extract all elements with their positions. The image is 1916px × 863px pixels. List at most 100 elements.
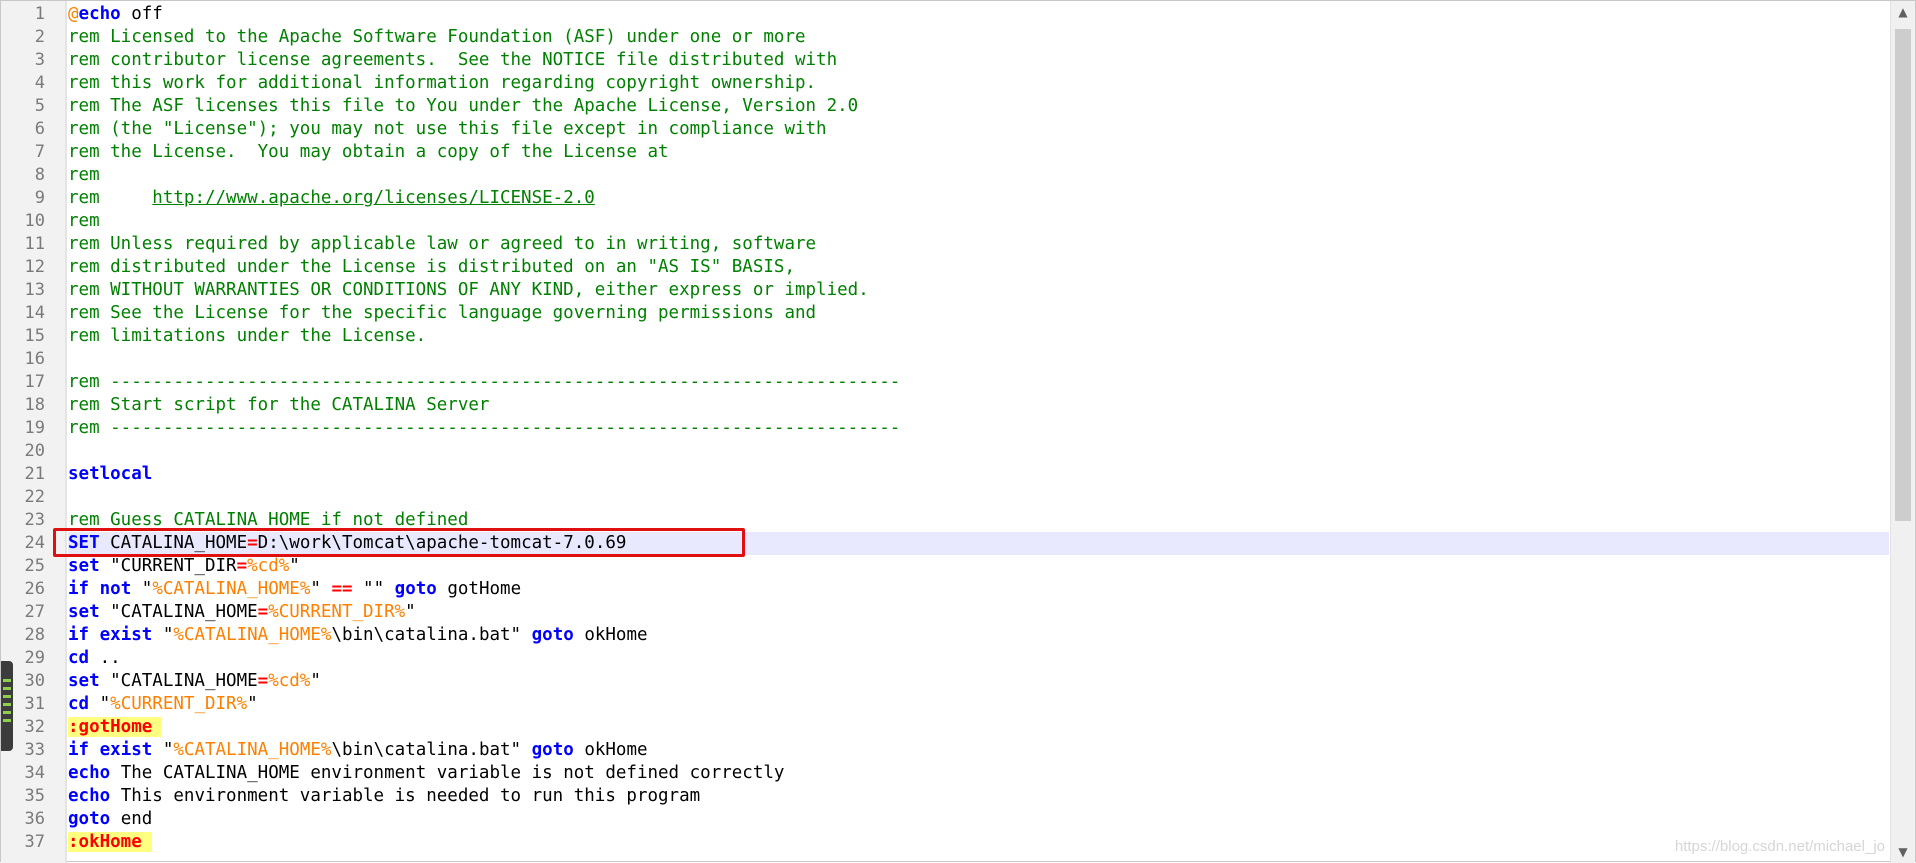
line-code[interactable]: if not "%CATALINA_HOME%" == "" goto gotH…	[68, 578, 1889, 601]
line-code[interactable]: cd "%CURRENT_DIR%"	[68, 693, 1889, 716]
side-panel-tab[interactable]	[1, 661, 13, 751]
text-token: "CURRENT_DIR	[99, 556, 237, 576]
text-token: "	[289, 556, 300, 576]
line-code[interactable]: rem	[68, 164, 1889, 187]
code-line[interactable]: 3 rem contributor license agreements. See…	[1, 49, 1889, 72]
line-code[interactable]: @echo off	[68, 3, 1889, 26]
line-code[interactable]: rem WITHOUT WARRANTIES OR CONDITIONS OF …	[68, 279, 1889, 302]
vertical-scrollbar[interactable]: ▲ ▼	[1890, 1, 1915, 863]
line-code[interactable]: rem (the "License"); you may not use thi…	[68, 118, 1889, 141]
line-code[interactable]: goto end	[68, 808, 1889, 831]
line-code[interactable]: rem The ASF licenses this file to You un…	[68, 95, 1889, 118]
code-line[interactable]: 11 rem Unless required by applicable law …	[1, 233, 1889, 256]
line-code[interactable]: rem the License. You may obtain a copy o…	[68, 141, 1889, 164]
comment-token: rem	[68, 188, 153, 208]
line-code[interactable]: rem ------------------------------------…	[68, 417, 1889, 440]
scroll-down-arrow-icon[interactable]: ▼	[1891, 841, 1915, 863]
keyword-token: echo	[78, 4, 121, 24]
code-line[interactable]: 9 rem http://www.apache.org/licenses/LICE…	[1, 187, 1889, 210]
code-line[interactable]: 21 setlocal	[1, 463, 1889, 486]
code-line[interactable]: 30 set "CATALINA_HOME=%cd%"	[1, 670, 1889, 693]
scrollbar-thumb[interactable]	[1895, 29, 1911, 521]
comment-token: rem limitations under the License.	[68, 326, 427, 346]
code-line[interactable]: 12 rem distributed under the License is d…	[1, 256, 1889, 279]
code-line[interactable]: 27 set "CATALINA_HOME=%CURRENT_DIR%"	[1, 601, 1889, 624]
code-line[interactable]: 10 rem	[1, 210, 1889, 233]
line-code[interactable]: rem See the License for the specific lan…	[68, 302, 1889, 325]
line-code[interactable]: rem ------------------------------------…	[68, 371, 1889, 394]
code-line[interactable]: 2 rem Licensed to the Apache Software Fou…	[1, 26, 1889, 49]
code-line[interactable]: 6 rem (the "License"); you may not use th…	[1, 118, 1889, 141]
code-line[interactable]: 1 @echo off	[1, 3, 1889, 26]
code-line[interactable]: 4 rem this work for additional informatio…	[1, 72, 1889, 95]
code-line[interactable]: 16	[1, 348, 1889, 371]
line-code[interactable]: set "CATALINA_HOME=%CURRENT_DIR%"	[68, 601, 1889, 624]
line-code[interactable]	[68, 440, 1889, 463]
code-line[interactable]: 29 cd ..	[1, 647, 1889, 670]
line-number: 24	[24, 533, 45, 553]
code-line[interactable]: 36 goto end	[1, 808, 1889, 831]
line-code[interactable]: set "CATALINA_HOME=%cd%"	[68, 670, 1889, 693]
code-line[interactable]: 37:okHome	[1, 831, 1889, 854]
line-code[interactable]: rem this work for additional information…	[68, 72, 1889, 95]
code-line[interactable]: 18 rem Start script for the CATALINA Serv…	[1, 394, 1889, 417]
code-line[interactable]: 5 rem The ASF licenses this file to You u…	[1, 95, 1889, 118]
line-code[interactable]: cd ..	[68, 647, 1889, 670]
line-code[interactable]: echo This environment variable is needed…	[68, 785, 1889, 808]
line-number: 16	[24, 349, 45, 369]
code-editor[interactable]: 1 @echo off 2 rem Licensed to the Apache So…	[0, 0, 1916, 863]
line-code[interactable]: rem distributed under the License is dis…	[68, 256, 1889, 279]
code-line[interactable]: 8 rem	[1, 164, 1889, 187]
code-line[interactable]: 7 rem the License. You may obtain a copy …	[1, 141, 1889, 164]
code-line[interactable]: 19 rem ----------------------------------…	[1, 417, 1889, 440]
line-code[interactable]: rem Unless required by applicable law or…	[68, 233, 1889, 256]
code-line[interactable]: 20	[1, 440, 1889, 463]
line-code[interactable]: if exist "%CATALINA_HOME%\bin\catalina.b…	[68, 739, 1889, 762]
code-line[interactable]: 26 if not "%CATALINA_HOME%" == "" goto go…	[1, 578, 1889, 601]
code-line[interactable]: 35 echo This environment variable is need…	[1, 785, 1889, 808]
line-code[interactable]: rem	[68, 210, 1889, 233]
code-line[interactable]: 31 cd "%CURRENT_DIR%"	[1, 693, 1889, 716]
code-lines[interactable]: 1 @echo off 2 rem Licensed to the Apache So…	[1, 3, 1889, 854]
line-code[interactable]: if exist "%CATALINA_HOME%\bin\catalina.b…	[68, 624, 1889, 647]
operator-token: =	[257, 671, 269, 691]
keyword-token: exist	[99, 625, 153, 645]
comment-token: rem contributor license agreements. See …	[68, 50, 838, 70]
line-code[interactable]: rem Licensed to the Apache Software Foun…	[68, 26, 1889, 49]
code-line[interactable]: 15 rem limitations under the License.	[1, 325, 1889, 348]
code-line[interactable]: 28 if exist "%CATALINA_HOME%\bin\catalina…	[1, 624, 1889, 647]
code-line[interactable]: 32:gotHome	[1, 716, 1889, 739]
line-code[interactable]	[68, 348, 1889, 371]
text-token: "	[310, 671, 321, 691]
variable-token: %cd%	[268, 671, 311, 691]
keyword-token: set	[68, 602, 100, 622]
line-code[interactable]: rem Start script for the CATALINA Server	[68, 394, 1889, 417]
scroll-up-arrow-icon[interactable]: ▲	[1891, 1, 1915, 23]
keyword-token: set	[68, 671, 100, 691]
line-code[interactable]: :gotHome	[68, 716, 1889, 739]
line-number: 13	[24, 280, 45, 300]
code-line[interactable]: 13 rem WITHOUT WARRANTIES OR CONDITIONS O…	[1, 279, 1889, 302]
line-code[interactable]: rem http://www.apache.org/licenses/LICEN…	[68, 187, 1889, 210]
text-token: "CATALINA_HOME	[99, 602, 258, 622]
line-code[interactable]: set "CURRENT_DIR=%cd%"	[68, 555, 1889, 578]
annotation-highlight-box	[53, 528, 745, 557]
code-line[interactable]: 25 set "CURRENT_DIR=%cd%"	[1, 555, 1889, 578]
variable-token: %cd%	[247, 556, 290, 576]
line-code[interactable]: setlocal	[68, 463, 1889, 486]
code-line[interactable]: 33 if exist "%CATALINA_HOME%\bin\catalina…	[1, 739, 1889, 762]
line-code[interactable]: :okHome	[68, 831, 1889, 854]
code-line[interactable]: 14 rem See the License for the specific l…	[1, 302, 1889, 325]
text-token: "	[310, 579, 332, 599]
line-code[interactable]: rem contributor license agreements. See …	[68, 49, 1889, 72]
line-code[interactable]: rem limitations under the License.	[68, 325, 1889, 348]
code-line[interactable]: 17 rem ----------------------------------…	[1, 371, 1889, 394]
line-code[interactable]	[68, 486, 1889, 509]
text-token: end	[110, 809, 153, 829]
text-token: ""	[352, 579, 395, 599]
code-line[interactable]: 34 echo The CATALINA_HOME environment var…	[1, 762, 1889, 785]
line-code[interactable]: echo The CATALINA_HOME environment varia…	[68, 762, 1889, 785]
code-line[interactable]: 22	[1, 486, 1889, 509]
url-link[interactable]: http://www.apache.org/licenses/LICENSE-2…	[152, 188, 595, 208]
variable-token: %CATALINA_HOME%	[152, 579, 311, 599]
